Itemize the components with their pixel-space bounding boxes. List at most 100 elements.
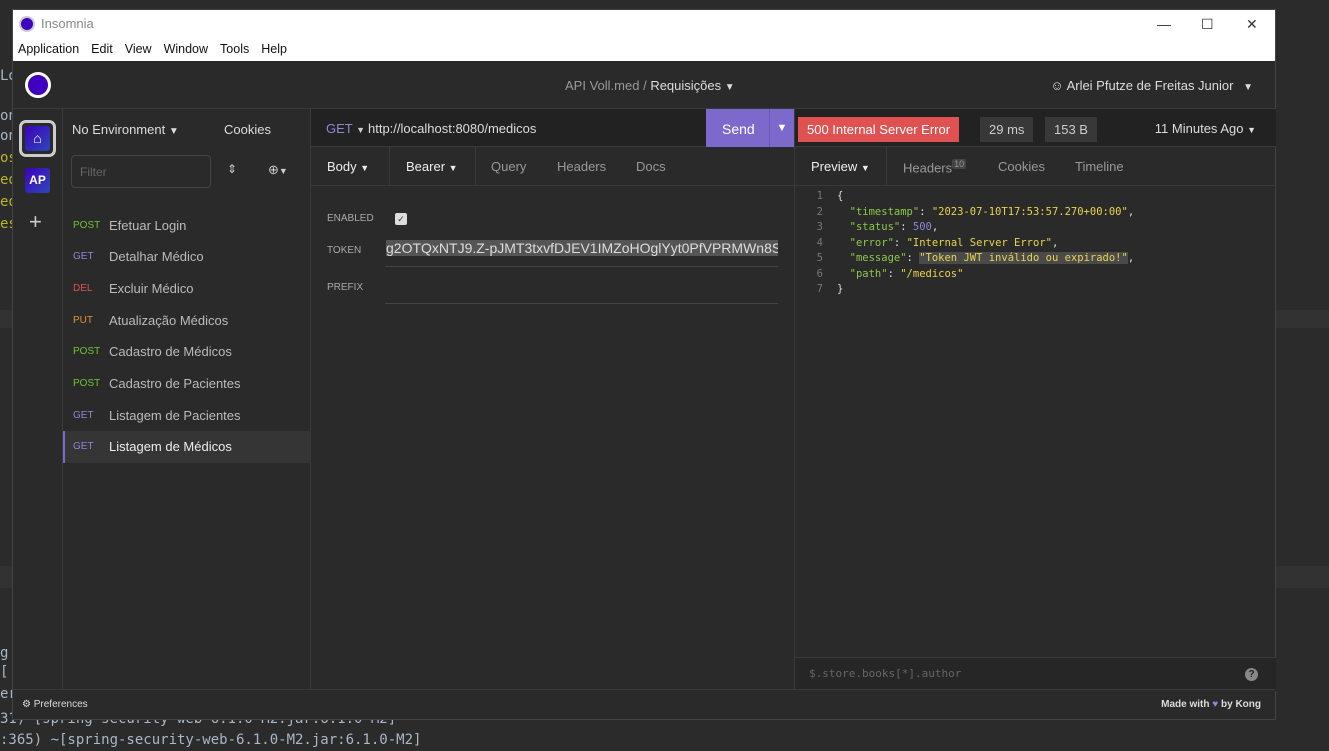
filter-input[interactable] — [71, 155, 211, 188]
tab-bearer[interactable]: Bearer ▼ — [406, 159, 458, 174]
code-token: , — [1127, 205, 1135, 218]
response-body[interactable]: 1{2 "timestamp": "2023-07-10T17:53:57.27… — [795, 189, 1134, 298]
token-input[interactable]: g2OTQxNTJ9.Z-pJMT3txvfDJEV1IMZoHOglYyt0P… — [386, 240, 778, 261]
method-label: GET — [326, 121, 353, 136]
code-token: , — [1127, 252, 1135, 264]
code-line: 1{ — [795, 189, 1134, 205]
environment-selector[interactable]: No Environment ▼ — [72, 122, 179, 137]
url-bar: GET ▼ http://localhost:8080/medicos Send… — [311, 109, 794, 147]
request-name: Atualização Médicos — [109, 312, 229, 328]
menu-help[interactable]: Help — [261, 42, 287, 56]
sidebar-request-item[interactable]: GET Detalhar Médico — [63, 241, 310, 273]
sidebar-request-item[interactable]: PUT Atualização Médicos — [63, 304, 310, 336]
breadcrumb-project[interactable]: API Voll.med — [565, 78, 639, 93]
code-token: : — [887, 267, 901, 280]
app-header: API Voll.med / Requisições ▼ ☺ Arlei Pfu… — [13, 61, 1275, 109]
user-menu[interactable]: ☺ Arlei Pfutze de Freitas Junior ▼ — [1050, 78, 1253, 93]
menu-tools[interactable]: Tools — [220, 42, 249, 56]
footer: ⚙ Preferences Made with ♥ by Kong — [13, 689, 1275, 719]
tab-docs[interactable]: Docs — [636, 159, 666, 174]
cookies-button[interactable]: Cookies — [224, 122, 271, 137]
title-bar: Insomnia — ☐ ✕ — [13, 10, 1275, 37]
plus-icon[interactable]: + — [29, 209, 42, 235]
tab-headers[interactable]: Headers — [557, 159, 606, 174]
code-line: 5 "message": "Token JWT inválido ou expi… — [795, 251, 1134, 267]
breadcrumb-separator: / — [643, 78, 647, 93]
ide-log-line: :365) ~[spring-security-web-6.1.0-M2.jar… — [0, 732, 422, 748]
left-rail: ⌂ AP + — [13, 109, 63, 691]
sidebar-request-item[interactable]: POST Cadastro de Pacientes — [63, 368, 310, 400]
insomnia-window: Insomnia — ☐ ✕ Application Edit View Win… — [12, 9, 1276, 720]
code-token: "Token JWT inválido ou expirado!" — [919, 252, 1128, 264]
minimize-button[interactable]: — — [1157, 16, 1171, 32]
tab-body[interactable]: Body ▼ — [327, 159, 369, 174]
tab-headers[interactable]: Headers 10 — [903, 159, 967, 175]
help-icon[interactable]: ? — [1245, 668, 1258, 681]
url-input[interactable]: http://localhost:8080/medicos — [368, 121, 536, 136]
sidebar-request-item[interactable]: DEL Excluir Médico — [63, 272, 310, 304]
request-name: Excluir Médico — [109, 280, 194, 296]
method-selector[interactable]: GET ▼ — [326, 121, 365, 136]
chevron-down-icon: ▼ — [1247, 125, 1256, 135]
breadcrumb-collection[interactable]: Requisições — [650, 78, 721, 93]
menu-window[interactable]: Window — [164, 42, 208, 56]
code-token: "Internal Server Error" — [906, 236, 1052, 249]
code-token: "2023-07-10T17:53:57.270+00:00" — [931, 205, 1128, 218]
method-badge: DEL — [73, 282, 93, 294]
request-tabs: Body ▼ Bearer ▼ Query Headers Docs — [311, 147, 794, 186]
menu-application[interactable]: Application — [18, 42, 79, 56]
sidebar-request-item[interactable]: POST Efetuar Login — [63, 209, 310, 241]
line-number: 5 — [816, 252, 823, 264]
prefix-label: PREFIX — [327, 282, 364, 293]
tab-divider — [475, 147, 476, 186]
send-label: Send — [722, 121, 755, 137]
tab-timeline[interactable]: Timeline — [1075, 159, 1124, 174]
response-filter-bar: ? — [795, 657, 1276, 691]
code-token: , — [931, 221, 939, 233]
line-number: 3 — [816, 221, 823, 233]
window-title: Insomnia — [41, 16, 94, 31]
code-token: : — [906, 252, 920, 264]
insomnia-logo-icon[interactable] — [25, 72, 51, 98]
sidebar-request-item[interactable]: POST Cadastro de Médicos — [63, 336, 310, 368]
send-button[interactable]: Send ▼ — [706, 109, 794, 147]
chevron-down-icon[interactable]: ▼ — [725, 82, 735, 93]
menu-view[interactable]: View — [125, 42, 152, 56]
sidebar-request-item[interactable]: GET Listagem de Pacientes — [63, 399, 310, 431]
tab-divider — [886, 147, 887, 186]
response-history[interactable]: 11 Minutes Ago ▼ — [1155, 121, 1256, 136]
chevron-down-icon: ▼ — [360, 163, 370, 173]
ide-log-line: g — [0, 645, 9, 661]
close-button[interactable]: ✕ — [1246, 16, 1258, 33]
preferences-button[interactable]: ⚙ Preferences — [22, 699, 88, 710]
add-request-button[interactable]: ⊕▼ — [268, 162, 288, 178]
tab-cookies[interactable]: Cookies — [998, 159, 1045, 174]
status-badge: 500 Internal Server Error — [798, 117, 960, 142]
line-number: 1 — [816, 190, 823, 202]
code-token: "/medicos" — [900, 267, 964, 280]
workspace-badge[interactable]: AP — [25, 168, 50, 193]
response-filter-input[interactable] — [809, 667, 1209, 680]
menu-edit[interactable]: Edit — [91, 42, 113, 56]
enabled-checkbox[interactable]: ✓ — [395, 213, 407, 225]
tab-preview[interactable]: Preview ▼ — [811, 159, 870, 174]
made-with-kong[interactable]: Made with ♥ by Kong — [1161, 699, 1261, 710]
ide-log-line: [ — [0, 664, 9, 680]
gear-icon: ⚙ — [22, 699, 31, 710]
code-token: "status" — [837, 221, 901, 233]
chevron-down-icon[interactable]: ▼ — [769, 109, 794, 147]
home-button[interactable]: ⌂ — [19, 120, 56, 157]
maximize-button[interactable]: ☐ — [1201, 16, 1214, 33]
token-label: TOKEN — [327, 245, 362, 256]
request-name: Detalhar Médico — [109, 249, 204, 265]
line-number: 4 — [816, 236, 823, 249]
method-badge: GET — [73, 251, 94, 263]
sidebar-request-item[interactable]: GET Listagem de Médicos — [63, 430, 310, 463]
sort-icon[interactable]: ⇕ — [227, 162, 237, 176]
code-token: "error" — [837, 236, 894, 249]
tab-query[interactable]: Query — [491, 159, 526, 174]
breadcrumb: API Voll.med / Requisições ▼ — [565, 78, 735, 93]
prefix-input[interactable] — [385, 303, 778, 304]
user-icon: ☺ — [1050, 78, 1064, 93]
request-name: Listagem de Médicos — [109, 439, 232, 455]
